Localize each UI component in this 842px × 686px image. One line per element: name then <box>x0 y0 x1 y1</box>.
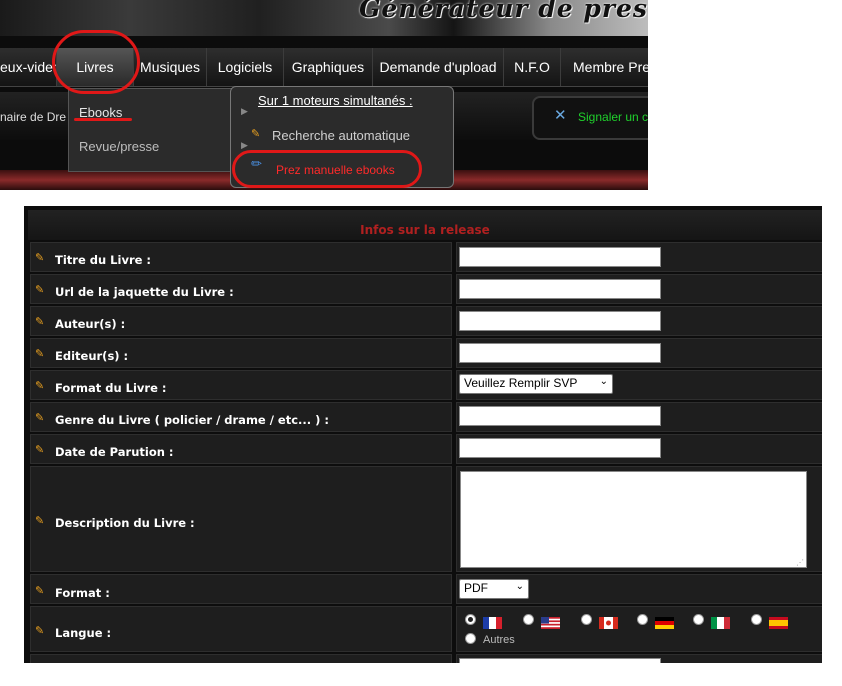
row-label-next <box>30 654 452 663</box>
pin-icon: ✎ <box>35 251 45 264</box>
pin-icon: ✎ <box>35 283 45 296</box>
url-jaquette-input[interactable] <box>459 279 661 299</box>
form-header: Infos sur la release <box>28 210 822 240</box>
titre-input[interactable] <box>459 247 661 267</box>
row-value-langue: Autres <box>456 606 822 652</box>
submenu-title: Sur 1 moteurs simultanés : <box>258 93 413 108</box>
lang-radio-de[interactable] <box>637 614 648 625</box>
row-value-genre <box>456 402 822 432</box>
lang-radio-ca[interactable] <box>581 614 592 625</box>
flag-de-icon <box>655 617 674 629</box>
genre-input[interactable] <box>459 406 661 426</box>
nav-item-logiciels[interactable]: Logiciels <box>207 48 284 86</box>
site-header-screenshot: Générateur de pres eux-video Livres Musi… <box>0 0 648 190</box>
lang-autres-label: Autres <box>483 634 515 646</box>
row-value-titre <box>456 242 822 272</box>
auteur-input[interactable] <box>459 311 661 331</box>
nav-item-membre-prez[interactable]: Membre Prez <box>561 48 648 86</box>
signal-button[interactable]: ✕ Signaler un c <box>532 96 648 140</box>
label-format: Format : <box>55 586 110 600</box>
submenu-item-recherche-auto[interactable]: Recherche automatique <box>272 128 410 143</box>
flag-us-icon <box>541 617 560 629</box>
pin-icon: ✎ <box>35 315 45 328</box>
nav-item-musiques[interactable]: Musiques <box>134 48 207 86</box>
label-titre: Titre du Livre : <box>55 253 152 267</box>
pin-icon: ✎ <box>35 379 45 392</box>
row-value-auteur <box>456 306 822 336</box>
format-select[interactable]: PDF ⌄ <box>459 579 529 599</box>
highlight-underline-ebooks <box>74 118 132 121</box>
label-genre: Genre du Livre ( policier / drame / etc.… <box>55 413 330 427</box>
pin-icon: ✎ <box>35 514 45 527</box>
lang-radio-autres[interactable] <box>465 633 476 644</box>
pin-icon: ✎ <box>251 127 261 140</box>
editeur-input[interactable] <box>459 343 661 363</box>
banner-title: Générateur de pres <box>359 0 648 23</box>
row-label-format-livre: ✎ Format du Livre : <box>30 370 452 400</box>
row-value-format-livre: Veuillez Remplir SVP ⌄ <box>456 370 822 400</box>
row-label-format: ✎ Format : <box>30 574 452 604</box>
nav-item-graphiques[interactable]: Graphiques <box>284 48 373 86</box>
resize-handle-icon[interactable]: ⋰ <box>796 558 804 567</box>
row-label-date: ✎ Date de Parution : <box>30 434 452 464</box>
label-format-livre: Format du Livre : <box>55 381 167 395</box>
flag-ca-icon <box>599 617 618 629</box>
pin-icon: ✎ <box>35 624 45 637</box>
highlight-circle-livres <box>52 30 140 94</box>
row-value-editeur <box>456 338 822 368</box>
format-livre-select[interactable]: Veuillez Remplir SVP ⌄ <box>459 374 613 394</box>
date-parution-input[interactable] <box>459 438 661 458</box>
nav-item-jeux-video[interactable]: eux-video <box>0 48 57 86</box>
label-url-jaquette: Url de la jaquette du Livre : <box>55 285 234 299</box>
pin-icon: ✎ <box>35 443 45 456</box>
pin-icon: ✎ <box>35 411 45 424</box>
label-description: Description du Livre : <box>55 516 195 530</box>
row-label-langue: ✎ Langue : <box>30 606 452 652</box>
lang-radio-us[interactable] <box>523 614 534 625</box>
signal-label: Signaler un c <box>578 110 648 124</box>
pin-icon: ✎ <box>35 347 45 360</box>
flag-es-icon <box>769 617 788 629</box>
row-label-auteur: ✎ Auteur(s) : <box>30 306 452 336</box>
lang-radio-fr[interactable] <box>465 614 476 625</box>
row-label-titre: ✎ Titre du Livre : <box>30 242 452 272</box>
row-value-next <box>456 654 822 663</box>
next-input[interactable] <box>459 658 661 663</box>
release-form: Infos sur la release ✎ Titre du Livre : … <box>24 206 822 663</box>
flag-it-icon <box>711 617 730 629</box>
row-label-genre: ✎ Genre du Livre ( policier / drame / et… <box>30 402 452 432</box>
dropdown-item-revue-presse[interactable]: Revue/presse <box>79 139 159 154</box>
tools-icon: ✕ <box>554 106 567 124</box>
label-auteur: Auteur(s) : <box>55 317 126 331</box>
chevron-down-icon: ⌄ <box>599 376 608 387</box>
nav-item-nfo[interactable]: N.F.O <box>504 48 561 86</box>
format-select-value: PDF <box>464 581 488 595</box>
chevron-down-icon: ⌄ <box>515 581 524 592</box>
format-livre-select-value: Veuillez Remplir SVP <box>464 376 578 390</box>
row-value-format: PDF ⌄ <box>456 574 822 604</box>
lang-radio-it[interactable] <box>693 614 704 625</box>
label-date-parution: Date de Parution : <box>55 445 174 459</box>
form-header-title: Infos sur la release <box>360 223 490 237</box>
subbar-text: naire de Dre <box>0 110 67 124</box>
pin-icon: ✎ <box>35 584 45 597</box>
row-value-date <box>456 434 822 464</box>
row-label-url: ✎ Url de la jaquette du Livre : <box>30 274 452 304</box>
flag-fr-icon <box>483 617 502 629</box>
arrow-right-icon: ▶ <box>241 107 248 117</box>
row-value-description: ⋰ <box>456 466 822 572</box>
label-langue: Langue : <box>55 626 112 640</box>
lang-radio-es[interactable] <box>751 614 762 625</box>
row-label-editeur: ✎ Editeur(s) : <box>30 338 452 368</box>
row-label-description: ✎ Description du Livre : <box>30 466 452 572</box>
row-value-url <box>456 274 822 304</box>
nav-item-demande-upload[interactable]: Demande d'upload <box>373 48 504 86</box>
livres-dropdown: Ebooks Revue/presse <box>68 88 240 172</box>
description-textarea[interactable]: ⋰ <box>460 471 807 568</box>
highlight-circle-prez-manuelle <box>232 150 422 188</box>
label-editeur: Editeur(s) : <box>55 349 129 363</box>
